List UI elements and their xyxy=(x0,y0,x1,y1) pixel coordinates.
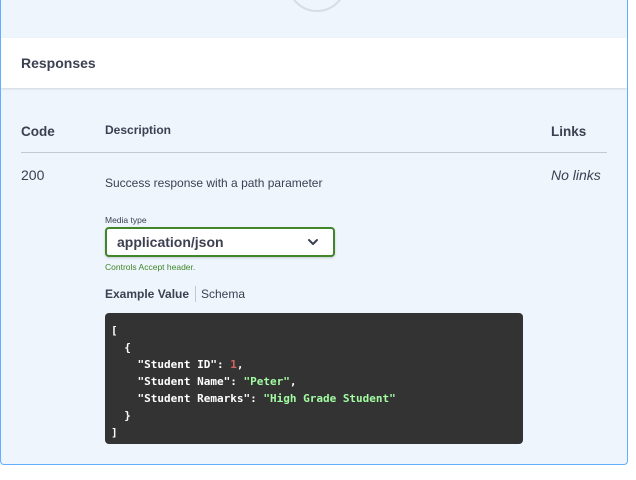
code-line: ] xyxy=(111,424,523,441)
response-description: Success response with a path parameter xyxy=(105,176,323,190)
code-line: "Student ID": 1, xyxy=(111,356,523,373)
code-key: "Student Name" xyxy=(137,375,231,388)
controls-accept-note: Controls Accept header. xyxy=(105,262,196,272)
code-key: "Student Remarks" xyxy=(137,392,251,405)
tab-example-value[interactable]: Example Value xyxy=(105,286,197,302)
operation-panel: Responses Code Description Links 200 Suc… xyxy=(0,0,628,465)
code-punct: [ xyxy=(111,324,118,337)
header-divider xyxy=(21,152,607,153)
responses-header: Responses xyxy=(1,38,627,88)
media-type-value: application/json xyxy=(117,234,224,250)
code-line: "Student Name": "Peter", xyxy=(111,373,523,390)
chevron-down-icon xyxy=(308,239,318,245)
code-punct: , xyxy=(236,358,244,371)
column-header-links: Links xyxy=(551,124,587,139)
code-punct: : xyxy=(250,392,264,405)
code-punct: } xyxy=(124,409,131,422)
section-title: Responses xyxy=(21,55,96,71)
code-line: "Student Remarks": "High Grade Student" xyxy=(111,390,523,407)
code-line: { xyxy=(111,339,523,356)
example-code-block: [ { "Student ID": 1, "Student Name": "Pe… xyxy=(105,313,523,444)
code-punct: : xyxy=(230,375,244,388)
response-code: 200 xyxy=(21,167,45,183)
tab-schema[interactable]: Schema xyxy=(201,286,245,302)
circle-decoration xyxy=(287,0,347,12)
media-type-select[interactable]: application/json xyxy=(105,227,335,257)
code-number: 1 xyxy=(230,358,237,371)
code-key: "Student ID" xyxy=(137,358,217,371)
code-line: } xyxy=(111,407,523,424)
code-punct: : xyxy=(216,358,231,371)
code-line: [ xyxy=(111,322,523,339)
code-punct: , xyxy=(289,375,297,388)
column-header-code: Code xyxy=(21,124,55,139)
media-type-label: Media type xyxy=(105,215,147,225)
code-string: "High Grade Student" xyxy=(263,392,396,405)
code-punct: ] xyxy=(111,426,118,439)
code-string: "Peter" xyxy=(243,375,290,388)
column-header-description: Description xyxy=(105,123,172,137)
code-punct: { xyxy=(124,341,131,354)
response-links: No links xyxy=(551,167,601,183)
